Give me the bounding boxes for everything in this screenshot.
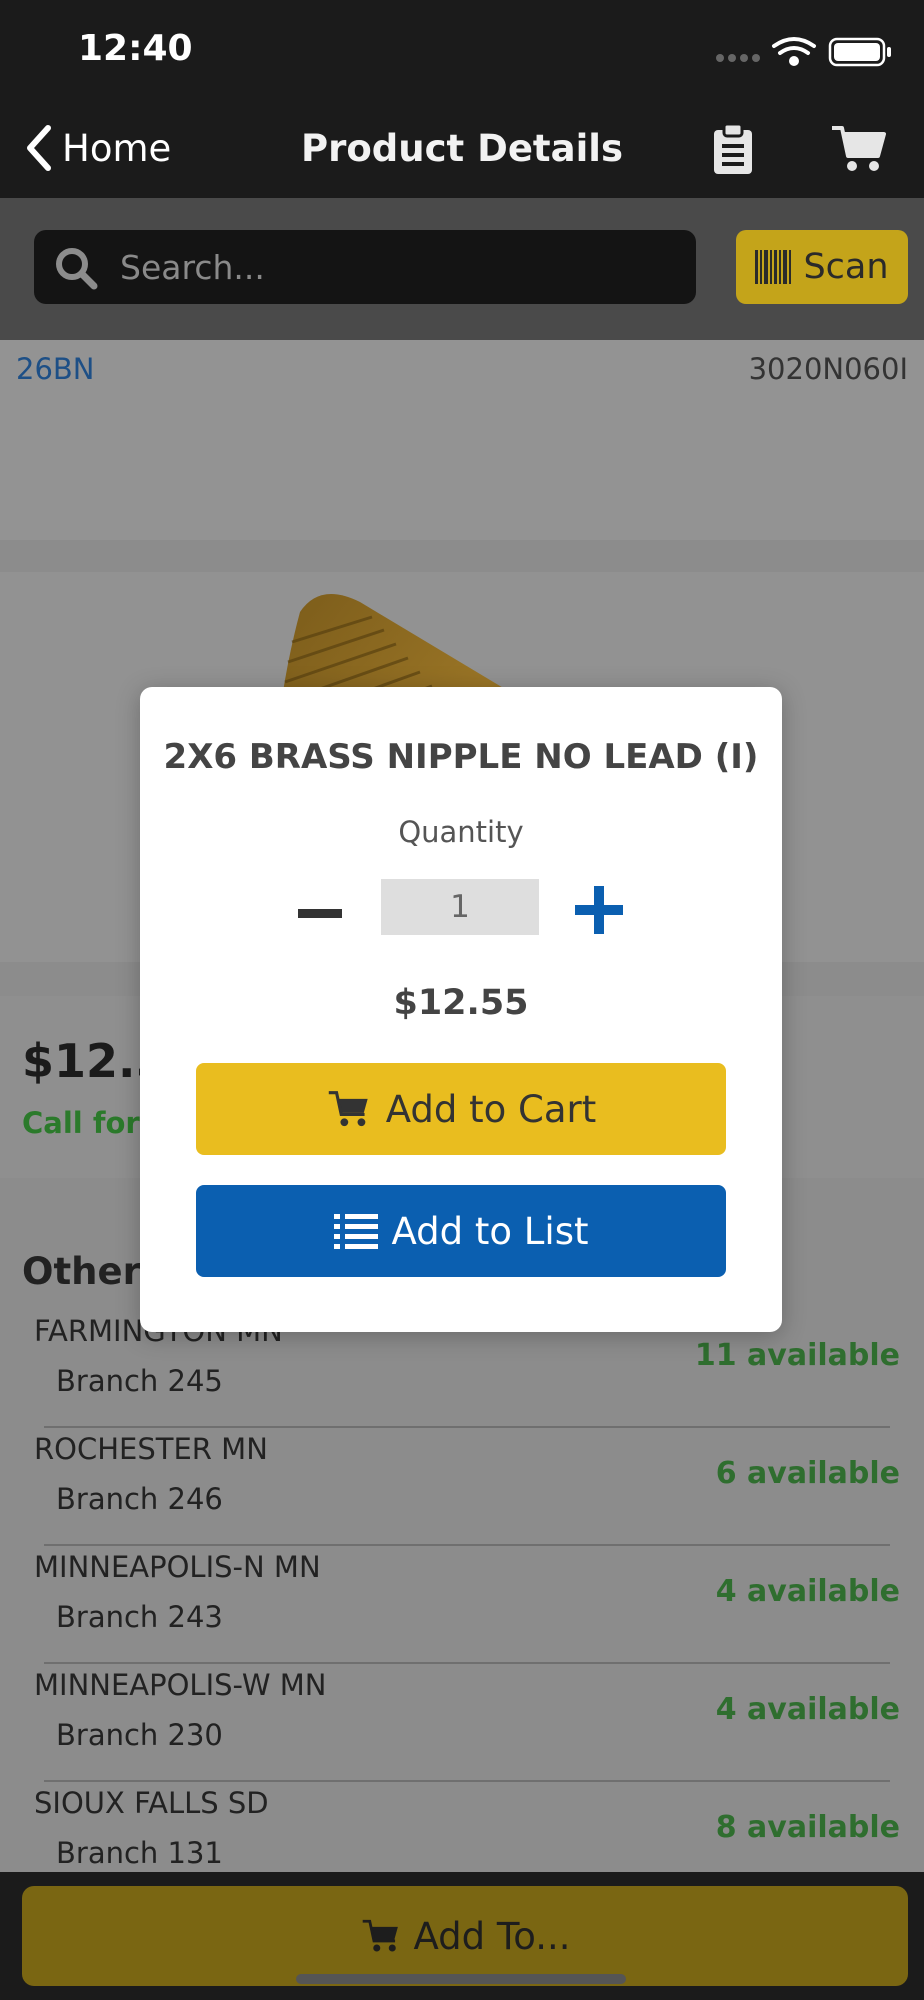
sku-card: 26BN 3020N060I (0, 340, 924, 540)
clipboard-icon[interactable] (708, 122, 758, 176)
modal-price: $12.55 (393, 983, 529, 1023)
add-to-modal: 2X6 BRASS NIPPLE NO LEAD (I) Quantity $1… (140, 687, 782, 1332)
add-to-list-label: Add to List (391, 1209, 589, 1253)
add-to-list-button[interactable]: Add to List (196, 1185, 726, 1277)
quantity-input[interactable] (381, 879, 539, 935)
cart-icon (362, 1919, 398, 1952)
status-bar: 12:40 (0, 0, 924, 100)
branch-number: Branch 246 (56, 1482, 223, 1516)
branch-number: Branch 131 (56, 1836, 223, 1870)
branch-availability: 11 available (694, 1338, 900, 1373)
branch-number: Branch 243 (56, 1600, 223, 1634)
increase-quantity-button[interactable] (572, 883, 626, 937)
add-to-cart-button[interactable]: Add to Cart (196, 1063, 726, 1155)
branch-list: FARMINGTON MN Branch 245 11 available RO… (0, 1310, 924, 1900)
branch-number: Branch 245 (56, 1364, 223, 1398)
branch-availability: 4 available (715, 1574, 900, 1609)
part-number: 3020N060I (748, 352, 908, 386)
status-time: 12:40 (78, 28, 193, 69)
scan-button[interactable]: Scan (736, 230, 908, 304)
branch-city: ROCHESTER MN (34, 1432, 268, 1466)
battery-icon (828, 37, 891, 67)
cart-icon[interactable] (830, 122, 886, 176)
bottom-bar: Add To... (0, 1872, 924, 2000)
cart-icon (328, 1091, 368, 1127)
wifi-icon (772, 37, 816, 66)
branch-availability: 4 available (715, 1692, 900, 1727)
decrease-quantity-button[interactable] (296, 893, 344, 933)
list-item[interactable]: MINNEAPOLIS-W MN Branch 230 4 available (0, 1664, 924, 1782)
branch-availability: 6 available (715, 1456, 900, 1491)
sku-link[interactable]: 26BN (16, 352, 95, 386)
status-icons (712, 34, 912, 72)
add-to-cart-label: Add to Cart (385, 1087, 597, 1131)
quantity-label: Quantity (398, 815, 524, 849)
signal-icon (716, 54, 760, 62)
page-title: Product Details (301, 127, 623, 170)
branch-number: Branch 230 (56, 1718, 223, 1752)
branch-city: SIOUX FALLS SD (34, 1786, 269, 1820)
search-area: Scan (0, 198, 924, 340)
search-input[interactable] (120, 238, 680, 296)
search-box[interactable] (34, 230, 696, 304)
list-item[interactable]: MINNEAPOLIS-N MN Branch 243 4 available (0, 1546, 924, 1664)
scan-label: Scan (803, 247, 889, 287)
barcode-icon (755, 250, 792, 284)
home-indicator[interactable] (296, 1974, 626, 1984)
branch-city: MINNEAPOLIS-W MN (34, 1668, 327, 1702)
branch-city: MINNEAPOLIS-N MN (34, 1550, 321, 1584)
nav-bar: Home Product Details (0, 100, 924, 198)
search-icon (56, 248, 98, 290)
add-to-label: Add To... (413, 1914, 571, 1958)
modal-title: 2X6 BRASS NIPPLE NO LEAD (I) (163, 737, 759, 777)
branch-availability: 8 available (715, 1810, 900, 1845)
add-to-button[interactable]: Add To... (22, 1886, 908, 1986)
list-icon (333, 1214, 378, 1249)
minus-icon (298, 908, 342, 918)
list-item[interactable]: ROCHESTER MN Branch 246 6 available (0, 1428, 924, 1546)
